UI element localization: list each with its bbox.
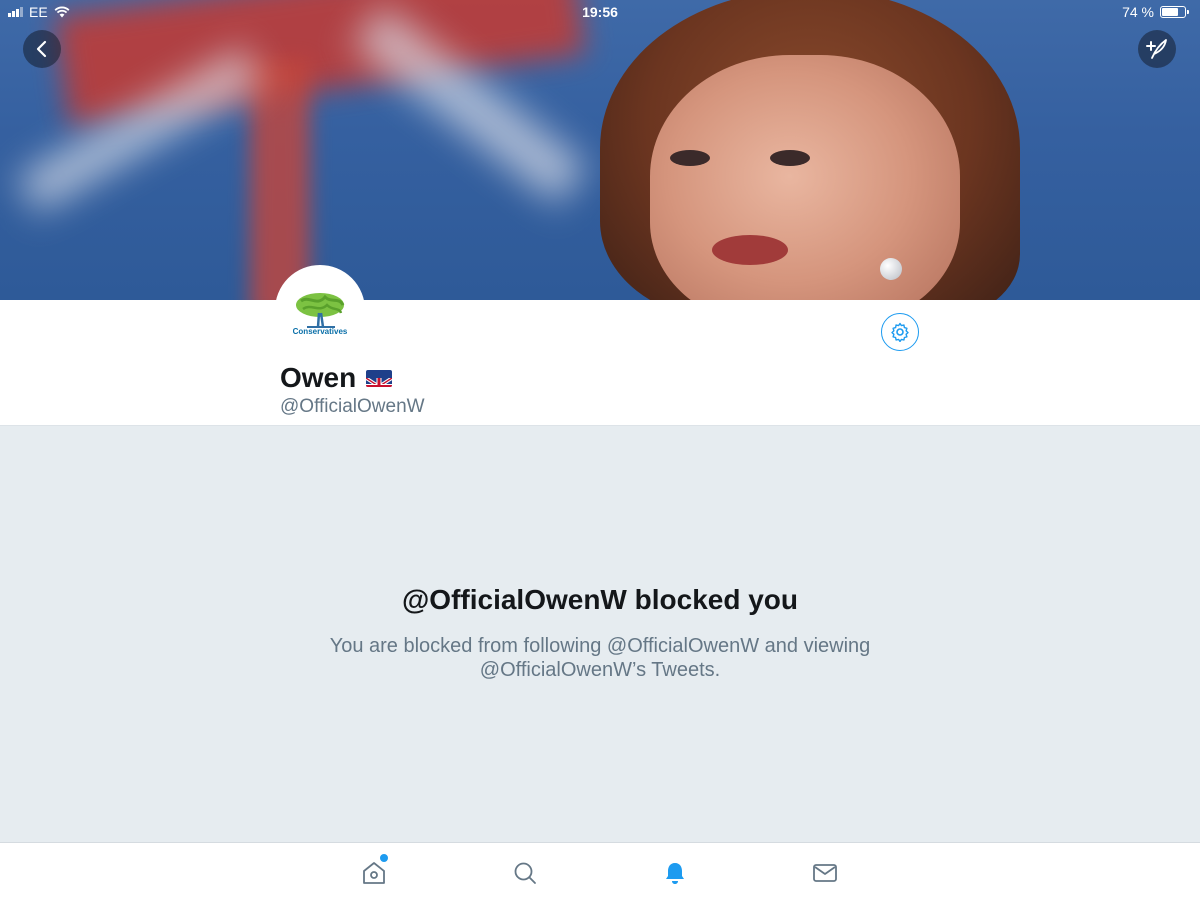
tab-bar	[0, 842, 1200, 900]
blocked-description: You are blocked from following @Official…	[300, 634, 900, 682]
status-left: EE	[8, 4, 70, 20]
wifi-icon	[54, 6, 70, 18]
uk-flag-icon	[366, 369, 393, 387]
status-time: 19:56	[582, 4, 618, 20]
search-icon	[514, 862, 536, 884]
chevron-left-icon	[36, 40, 47, 58]
battery-icon	[1160, 6, 1189, 18]
banner-portrait-earring	[880, 258, 902, 280]
tab-messages[interactable]	[807, 855, 843, 891]
battery-percent: 74 %	[1122, 4, 1154, 20]
blocked-description-line: @OfficialOwenW’s Tweets.	[479, 659, 721, 681]
blocked-title: @OfficialOwenW blocked you	[401, 584, 799, 615]
avatar-logo-text: Conservatives	[292, 326, 348, 336]
home-icon	[363, 862, 385, 884]
compose-tweet-icon	[1146, 39, 1167, 59]
signal-icon	[8, 7, 23, 17]
banner-flag-stripe	[250, 60, 310, 300]
banner-portrait-lips	[712, 235, 788, 265]
blocked-description-line: You are blocked from following @Official…	[329, 635, 871, 657]
profile-banner[interactable]	[0, 0, 1200, 300]
back-button[interactable]	[23, 30, 61, 68]
display-name-text: Owen	[280, 362, 357, 393]
tab-search[interactable]	[507, 855, 543, 891]
home-badge-dot	[380, 854, 388, 862]
status-right: 74 %	[1122, 4, 1189, 20]
banner-portrait-face	[650, 55, 960, 300]
banner-portrait-eye	[770, 150, 810, 166]
tab-notifications[interactable]	[657, 855, 693, 891]
status-bar: EE 19:56 74 %	[0, 0, 1200, 24]
profile-avatar[interactable]: Conservatives	[275, 265, 365, 355]
gear-icon	[891, 322, 909, 342]
compose-tweet-button[interactable]	[1138, 30, 1176, 68]
mail-icon	[813, 864, 837, 882]
profile-header: Owen @OfficialOwenW	[0, 300, 1200, 425]
profile-settings-button[interactable]	[881, 313, 919, 351]
banner-portrait-eye	[670, 150, 710, 166]
profile-handle: @OfficialOwenW	[280, 396, 425, 417]
blocked-notice: @OfficialOwenW blocked you You are block…	[0, 425, 1200, 842]
profile-display-name: Owen	[280, 362, 393, 394]
carrier-label: EE	[29, 4, 48, 20]
tab-home[interactable]	[356, 854, 392, 891]
bell-icon	[666, 863, 684, 884]
conservatives-tree-logo	[296, 292, 345, 328]
